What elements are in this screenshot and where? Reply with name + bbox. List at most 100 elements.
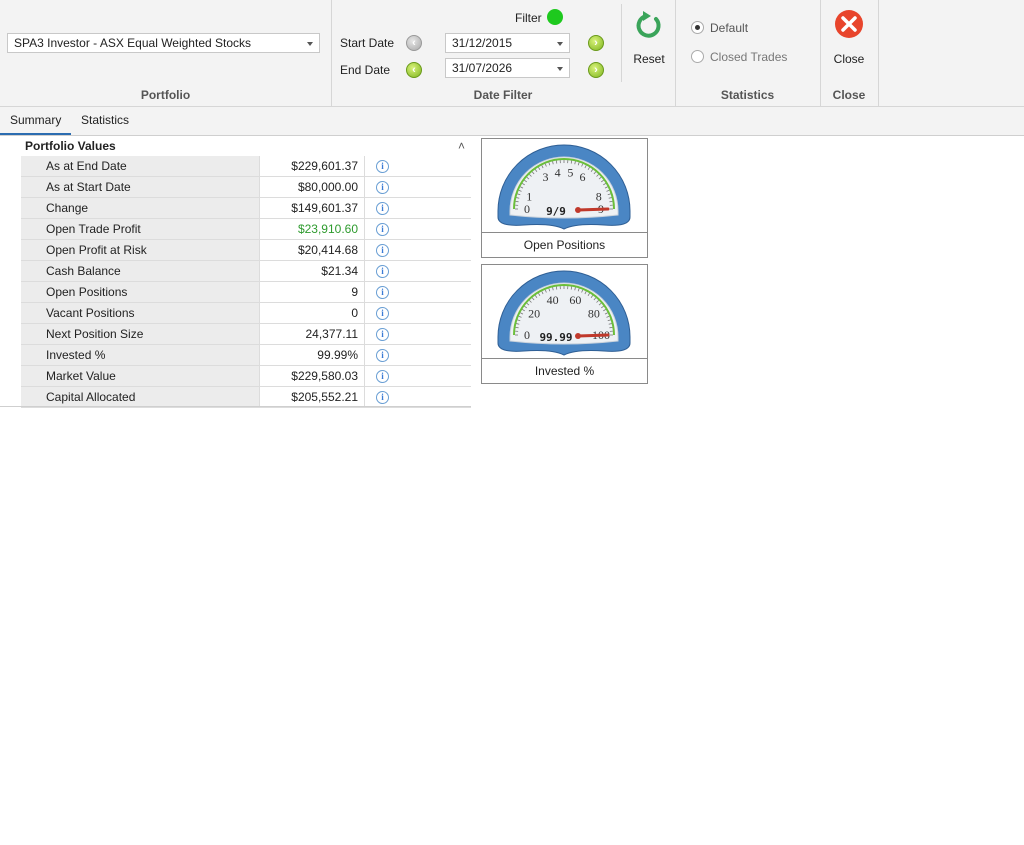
invested-percent-gauge: 02040 608010099.99 [497, 270, 631, 356]
close-button-label: Close [833, 52, 865, 66]
date-filter-group: Filter Start Date ‹ 31/12/2015 › End Dat… [331, 0, 676, 106]
close-button[interactable]: Close [824, 6, 874, 68]
close-group-label: Close [832, 88, 866, 102]
row-value: 99.99% [261, 345, 365, 365]
gauge-tick-label: 60 [569, 293, 581, 307]
gauge-needle [576, 207, 610, 212]
tab-summary[interactable]: Summary [0, 107, 72, 135]
row-label: Capital Allocated [21, 387, 260, 407]
open-positions-gauge: 013456899/9 [497, 144, 631, 230]
table-row[interactable]: Vacant Positions 0 i [21, 303, 471, 324]
row-label: Open Positions [21, 282, 260, 302]
portfolio-select[interactable]: SPA3 Investor - ASX Equal Weighted Stock… [7, 33, 320, 53]
statistics-group-label: Statistics [720, 88, 775, 102]
table-row[interactable]: Capital Allocated $205,552.21 i [21, 387, 471, 408]
open-positions-gauge-panel: 013456899/9 Open Positions [481, 138, 648, 258]
row-value: 0 [261, 303, 365, 323]
table-row[interactable]: Open Positions 9 i [21, 282, 471, 303]
gauge-needle-hub [575, 207, 581, 213]
row-value: $20,414.68 [261, 240, 365, 260]
info-icon[interactable]: i [376, 181, 389, 194]
start-date-prev-button[interactable]: ‹ [406, 35, 422, 51]
filter-status-icon [547, 9, 563, 25]
row-label: Open Profit at Risk [21, 240, 260, 260]
chevron-down-icon [307, 42, 313, 46]
start-date-value: 31/12/2015 [452, 36, 513, 50]
info-icon[interactable]: i [376, 223, 389, 236]
gauge-tick-label: 0 [524, 328, 530, 342]
info-icon[interactable]: i [376, 328, 389, 341]
radio-closed-trades[interactable] [691, 50, 704, 63]
table-row[interactable]: Market Value $229,580.03 i [21, 366, 471, 387]
invested-gauge-panel: 0 20 40 60 80 100 99.99 Invested % [481, 264, 648, 384]
arrow-right-icon: › [594, 37, 598, 49]
row-label: As at End Date [21, 156, 260, 176]
end-date-prev-button[interactable]: ‹ [406, 62, 422, 78]
table-row[interactable]: As at End Date $229,601.37 i [21, 156, 471, 177]
info-icon[interactable]: i [376, 202, 389, 215]
row-label: Invested % [21, 345, 260, 365]
row-value: $23,910.60 [261, 219, 365, 239]
tab-bar: Summary Statistics [0, 107, 1024, 136]
gauge-tick-label: 1 [526, 189, 532, 203]
reset-label: Reset [633, 52, 665, 66]
tab-statistics[interactable]: Statistics [71, 107, 139, 133]
row-value: $149,601.37 [261, 198, 365, 218]
info-icon[interactable]: i [376, 286, 389, 299]
chevron-down-icon [557, 67, 563, 71]
info-icon[interactable]: i [376, 307, 389, 320]
info-icon[interactable]: i [376, 160, 389, 173]
info-icon[interactable]: i [376, 244, 389, 257]
arrow-left-icon: ‹ [412, 64, 416, 76]
row-value: 24,377.11 [261, 324, 365, 344]
table-row[interactable]: Cash Balance $21.34 i [21, 261, 471, 282]
table-row[interactable]: Invested % 99.99% i [21, 345, 471, 366]
end-date-label: End Date [340, 63, 391, 77]
divider [621, 4, 622, 82]
close-group: Close Close [820, 0, 879, 106]
grid-bottom-border [0, 406, 471, 407]
gauge-tick-label: 6 [580, 170, 586, 184]
gauge-needle [576, 333, 610, 338]
start-date-next-button[interactable]: › [588, 35, 604, 51]
reset-button[interactable]: Reset [627, 6, 671, 68]
gauge-tick-label: 40 [547, 293, 559, 307]
start-date-field[interactable]: 31/12/2015 [445, 33, 570, 53]
info-icon[interactable]: i [376, 265, 389, 278]
row-label: Change [21, 198, 260, 218]
ribbon: SPA3 Investor - ASX Equal Weighted Stock… [0, 0, 1024, 107]
table-row[interactable]: Open Trade Profit $23,910.60 i [21, 219, 471, 240]
end-date-next-button[interactable]: › [588, 62, 604, 78]
open-positions-gauge-caption: Open Positions [482, 232, 647, 257]
statistics-closed-trades-option[interactable]: Closed Trades [691, 49, 816, 65]
info-icon[interactable]: i [376, 370, 389, 383]
invested-gauge-caption: Invested % [482, 358, 647, 383]
row-value: $21.34 [261, 261, 365, 281]
radio-default[interactable] [691, 21, 704, 34]
gauge-needle-hub [575, 333, 581, 339]
statistics-group: Default Closed Trades Statistics [675, 0, 821, 106]
statistics-default-option[interactable]: Default [691, 20, 811, 36]
date-filter-group-label: Date Filter [473, 88, 533, 102]
end-date-field[interactable]: 31/07/2026 [445, 58, 570, 78]
table-row[interactable]: Next Position Size 24,377.11 i [21, 324, 471, 345]
info-icon[interactable]: i [376, 391, 389, 404]
arrow-left-icon: ‹ [412, 37, 416, 49]
portfolio-select-value: SPA3 Investor - ASX Equal Weighted Stock… [14, 36, 252, 50]
gauge-tick-label: 4 [555, 166, 561, 180]
reset-icon [636, 11, 661, 38]
row-label: Next Position Size [21, 324, 260, 344]
collapse-icon[interactable]: ˄ [458, 136, 465, 156]
row-label: As at Start Date [21, 177, 260, 197]
table-row[interactable]: Open Profit at Risk $20,414.68 i [21, 240, 471, 261]
info-icon[interactable]: i [376, 349, 389, 362]
row-value: $80,000.00 [261, 177, 365, 197]
start-date-label: Start Date [340, 36, 395, 50]
gauge-tick-label: 5 [567, 166, 573, 180]
portfolio-values-header[interactable]: Portfolio Values ˄ [21, 136, 471, 156]
table-row[interactable]: Change $149,601.37 i [21, 198, 471, 219]
end-date-value: 31/07/2026 [452, 61, 513, 75]
table-row[interactable]: As at Start Date $80,000.00 i [21, 177, 471, 198]
gauge-readout: 9/9 [546, 205, 566, 218]
row-label: Vacant Positions [21, 303, 260, 323]
